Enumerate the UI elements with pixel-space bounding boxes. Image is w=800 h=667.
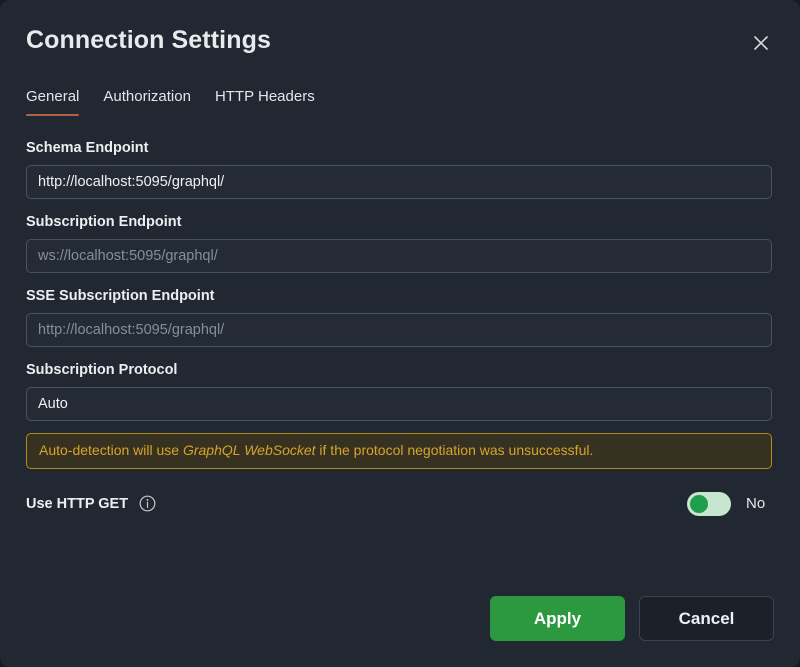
sse-subscription-endpoint-label: SSE Subscription Endpoint xyxy=(26,288,215,304)
warning-text-after: if the protocol negotiation was unsucces… xyxy=(315,442,594,458)
connection-settings-dialog: Connection Settings General Authorizatio… xyxy=(0,0,800,667)
page-title: Connection Settings xyxy=(26,26,271,54)
protocol-warning-message: Auto-detection will use GraphQL WebSocke… xyxy=(26,433,772,469)
cancel-button[interactable]: Cancel xyxy=(639,596,774,641)
field-sse-subscription-endpoint: SSE Subscription Endpoint xyxy=(26,288,772,347)
schema-endpoint-input[interactable] xyxy=(26,165,772,199)
tab-http-headers[interactable]: HTTP Headers xyxy=(203,88,327,116)
apply-button[interactable]: Apply xyxy=(490,596,625,641)
subscription-protocol-label: Subscription Protocol xyxy=(26,362,178,378)
close-icon[interactable] xyxy=(748,30,774,56)
toggle-knob xyxy=(690,494,708,513)
use-http-get-label: Use HTTP GET xyxy=(26,495,129,512)
field-subscription-protocol: Subscription Protocol xyxy=(26,362,772,421)
dialog-header: Connection Settings xyxy=(0,0,800,78)
use-http-get-value: No xyxy=(746,495,766,512)
sse-subscription-endpoint-input[interactable] xyxy=(26,313,772,347)
tab-bar: General Authorization HTTP Headers xyxy=(26,88,327,116)
warning-text-before: Auto-detection will use xyxy=(39,442,183,458)
settings-form: Schema Endpoint Subscription Endpoint SS… xyxy=(26,140,772,521)
tab-general[interactable]: General xyxy=(26,88,91,116)
use-http-get-row: Use HTTP GET No xyxy=(26,487,772,521)
use-http-get-toggle[interactable] xyxy=(687,491,731,516)
subscription-endpoint-label: Subscription Endpoint xyxy=(26,214,182,230)
warning-emphasis: GraphQL WebSocket xyxy=(182,442,316,458)
schema-endpoint-label: Schema Endpoint xyxy=(26,140,149,156)
info-icon[interactable] xyxy=(139,495,156,512)
subscription-endpoint-input[interactable] xyxy=(26,239,772,273)
field-schema-endpoint: Schema Endpoint xyxy=(26,140,772,199)
tab-authorization[interactable]: Authorization xyxy=(91,88,203,116)
subscription-protocol-input[interactable] xyxy=(26,387,772,421)
dialog-footer: Apply Cancel xyxy=(490,596,774,641)
field-subscription-endpoint: Subscription Endpoint xyxy=(26,214,772,273)
